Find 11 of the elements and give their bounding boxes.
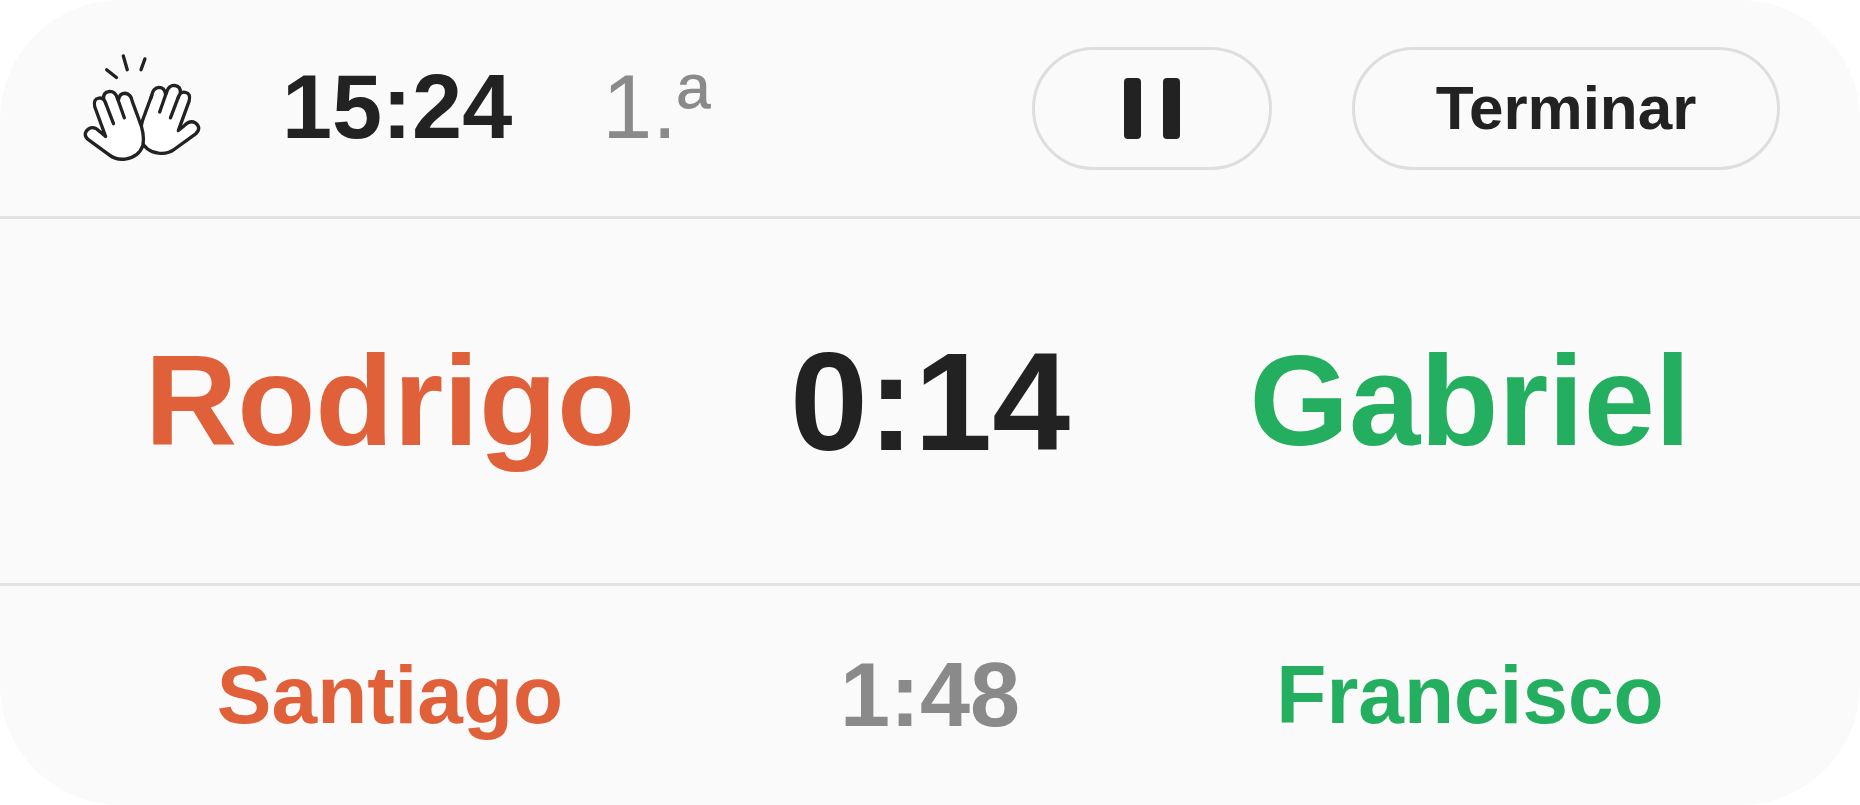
bout-timer: 0:14 — [789, 321, 1071, 482]
match-clock: 15:24 — [282, 56, 513, 160]
pause-icon — [1124, 77, 1180, 139]
player-name: Gabriel — [1249, 328, 1691, 474]
player-name: Rodrigo — [144, 328, 636, 474]
bout-timer: 1:48 — [839, 644, 1021, 748]
player-name: Santiago — [216, 648, 564, 743]
end-button[interactable]: Terminar — [1352, 46, 1780, 170]
pause-button[interactable] — [1032, 46, 1272, 170]
player-name: Francisco — [1276, 648, 1664, 743]
period-label: 1.ª — [602, 56, 711, 160]
